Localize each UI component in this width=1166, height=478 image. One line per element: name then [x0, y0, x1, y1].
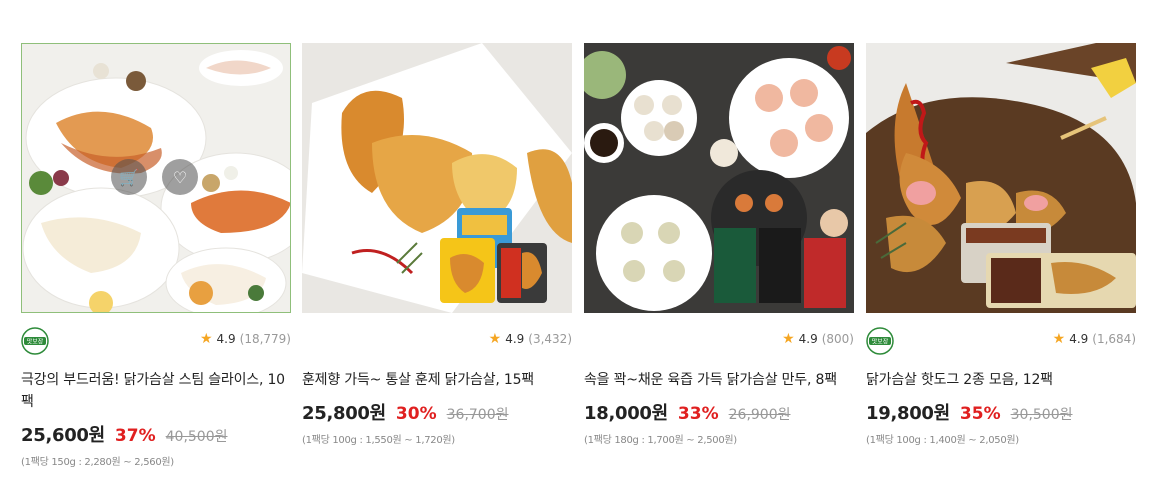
product-image[interactable] [866, 43, 1136, 313]
taste-guarantee-badge-icon: 맛보장 [21, 327, 49, 355]
product-card[interactable]: 맛보장 ★ 4.9 (1,684) 닭가슴살 핫도그 2종 모음, 12팩 19… [866, 43, 1136, 446]
review-count: (18,779) [239, 332, 291, 346]
rating-value: 4.9 [505, 332, 525, 346]
add-to-cart-button[interactable]: 🛒 [111, 159, 147, 195]
original-price: 36,700원 [446, 407, 509, 423]
rating-value: 4.9 [798, 332, 818, 346]
sale-price: 25,600원 [21, 425, 105, 446]
review-count: (800) [821, 332, 854, 346]
svg-text:맛보장: 맛보장 [872, 338, 889, 346]
star-icon: ★ [1052, 331, 1066, 347]
unit-price: (1팩당 180g : 1,700원 ~ 2,500원) [584, 435, 737, 446]
sale-price: 18,000원 [584, 403, 668, 424]
original-price: 40,500원 [165, 429, 228, 445]
product-image[interactable] [584, 43, 854, 313]
svg-text:맛보장: 맛보장 [27, 338, 44, 346]
unit-price: (1팩당 100g : 1,550원 ~ 1,720원) [302, 435, 455, 446]
unit-price: (1팩당 150g : 2,280원 ~ 2,560원) [21, 457, 174, 468]
product-image[interactable]: 🛒 ♡ [21, 43, 291, 313]
original-price: 26,900원 [728, 407, 791, 423]
original-price: 30,500원 [1010, 407, 1073, 423]
rating-value: 4.9 [1069, 332, 1089, 346]
discount-rate: 35% [959, 404, 1001, 424]
product-title[interactable]: 닭가슴살 핫도그 2종 모음, 12팩 [866, 369, 1136, 391]
product-card[interactable]: ★ 4.9 (3,432) 훈제향 가득~ 통살 훈제 닭가슴살, 15팩 25… [302, 43, 572, 446]
rating: ★ 4.9 (800) [782, 331, 854, 347]
wishlist-button[interactable]: ♡ [162, 159, 198, 195]
product-grid: 🛒 ♡ 맛보장 ★ 4.9 (18,779) 극강의 부드러움! 닭가슴살 스팀… [0, 0, 1166, 478]
product-card[interactable]: 🛒 ♡ 맛보장 ★ 4.9 (18,779) 극강의 부드러움! 닭가슴살 스팀… [21, 43, 291, 468]
product-title[interactable]: 극강의 부드러움! 닭가슴살 스팀 슬라이스, 10팩 [21, 369, 291, 413]
star-icon: ★ [488, 331, 502, 347]
discount-rate: 33% [677, 404, 719, 424]
discount-rate: 37% [114, 426, 156, 446]
review-count: (3,432) [528, 332, 572, 346]
review-count: (1,684) [1092, 332, 1136, 346]
product-image[interactable] [302, 43, 572, 313]
rating: ★ 4.9 (3,432) [489, 331, 572, 347]
rating-value: 4.9 [216, 332, 236, 346]
product-card[interactable]: ★ 4.9 (800) 속을 꽉~채운 육즙 가득 닭가슴살 만두, 8팩 18… [584, 43, 854, 446]
taste-guarantee-badge-icon: 맛보장 [866, 327, 894, 355]
rating: ★ 4.9 (18,779) [200, 331, 291, 347]
product-title[interactable]: 훈제향 가득~ 통살 훈제 닭가슴살, 15팩 [302, 369, 572, 391]
sale-price: 19,800원 [866, 403, 950, 424]
product-title[interactable]: 속을 꽉~채운 육즙 가득 닭가슴살 만두, 8팩 [584, 369, 854, 391]
unit-price: (1팩당 100g : 1,400원 ~ 2,050원) [866, 435, 1019, 446]
sale-price: 25,800원 [302, 403, 386, 424]
rating: ★ 4.9 (1,684) [1053, 331, 1136, 347]
heart-icon: ♡ [172, 167, 188, 187]
star-icon: ★ [782, 331, 795, 347]
discount-rate: 30% [395, 404, 437, 424]
cart-icon: 🛒 [119, 167, 139, 187]
star-icon: ★ [199, 331, 213, 347]
